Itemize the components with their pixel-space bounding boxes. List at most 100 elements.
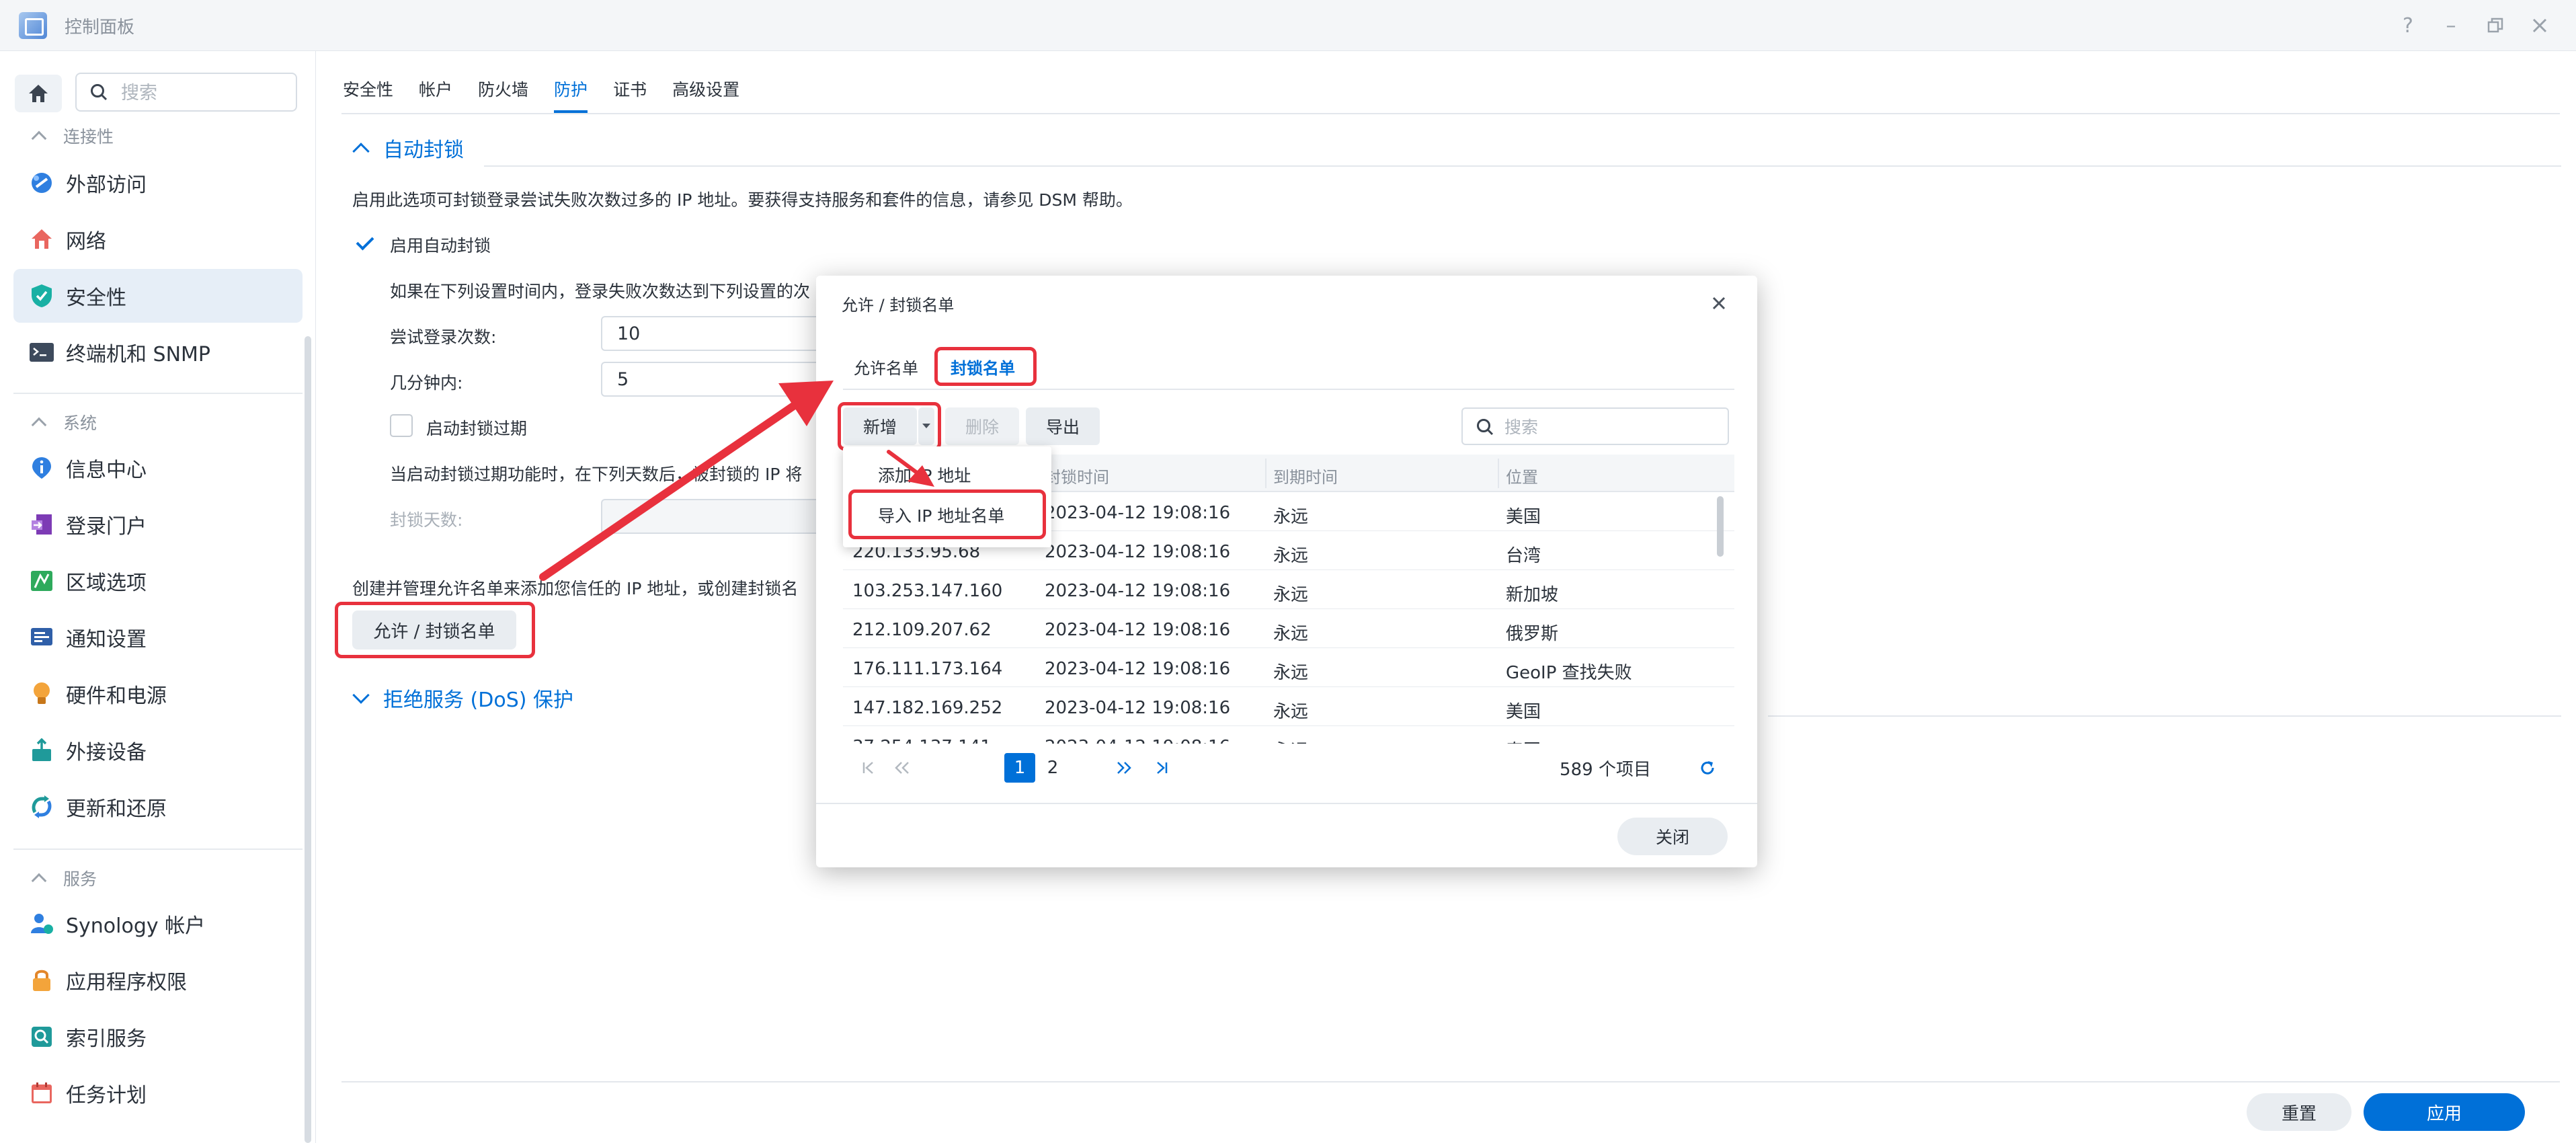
table-row[interactable]: 212.109.207.62 2023-04-12 19:08:16 永远 俄罗… [843,609,1734,648]
dialog-search[interactable] [1461,407,1729,445]
sidebar-item-terminal-snmp[interactable]: 终端机和 SNMP [13,325,303,379]
enable-block-expire-checkbox[interactable] [390,414,413,437]
cell-expire-time: 永远 [1273,585,1309,605]
section-divider [484,165,2561,167]
last-page-icon[interactable] [1150,753,1174,783]
sidebar-section-services[interactable]: 服务 [31,866,97,890]
close-window-icon[interactable] [2525,11,2554,40]
delete-button[interactable]: 删除 [945,407,1019,445]
external-access-icon [28,169,55,196]
regional-icon [28,567,55,594]
restore-icon[interactable] [2481,11,2510,40]
dialog-close-button[interactable]: 关闭 [1617,818,1728,855]
page-button[interactable]: 2 [1039,753,1066,783]
cell-location: 俄罗斯 [1506,624,1559,644]
reset-button[interactable]: 重置 [2247,1093,2351,1131]
cell-block-time: 2023-04-12 19:08:16 [1045,737,1230,744]
block-days-input[interactable] [601,499,823,534]
close-icon[interactable] [1707,292,1730,315]
sidebar-item-hardware-power[interactable]: 硬件和电源 [13,667,303,721]
cell-location: 台湾 [1506,546,1541,566]
footer-divider [341,1081,2560,1082]
sidebar-item-regional-options[interactable]: 区域选项 [13,554,303,608]
highlight-box [848,489,1046,539]
sidebar-item-update-restore[interactable]: 更新和还原 [13,780,303,834]
tab-certificate[interactable]: 证书 [613,70,647,113]
bulb-icon [28,680,55,707]
sidebar-item-network[interactable]: 网络 [13,212,303,266]
column-separator [1498,459,1499,488]
cell-block-time: 2023-04-12 19:08:16 [1045,581,1231,601]
home-button[interactable] [15,75,62,112]
control-panel-icon [19,12,47,39]
export-button[interactable]: 导出 [1026,407,1100,445]
tabs-divider [341,113,2560,114]
dialog-search-input[interactable] [1504,414,1720,440]
cell-location: GeoIP 查找失败 [1506,663,1632,683]
sidebar-item-app-privileges[interactable]: 应用程序权限 [13,953,303,1007]
tab-account[interactable]: 帐户 [419,70,452,113]
autoblock-rule-text: 如果在下列设置时间内，登录失败次数达到下列设置的次 [390,282,811,301]
attempts-label: 尝试登录次数: [390,327,497,347]
lock-icon [28,967,55,994]
sidebar-item-indexing[interactable]: 索引服务 [13,1010,303,1064]
highlight-box [838,402,941,450]
block-days-label: 封锁天数: [390,510,463,530]
next-page-icon[interactable] [1112,753,1136,783]
cell-block-time: 2023-04-12 19:08:16 [1045,542,1231,562]
sidebar-section-system[interactable]: 系统 [31,410,97,434]
cell-block-time: 2023-04-12 19:08:16 [1045,620,1231,640]
sidebar-item-task-scheduler[interactable]: 任务计划 [13,1066,303,1120]
tab-protection[interactable]: 防护 [554,70,588,113]
external-device-icon [28,737,55,764]
sidebar-search-input[interactable] [121,79,289,106]
minutes-input[interactable]: 5 [601,362,823,397]
tab-firewall[interactable]: 防火墙 [478,70,528,113]
enable-autoblock-checkbox[interactable] [354,231,376,254]
search-icon [1477,419,1494,436]
page-button[interactable]: 1 [1004,753,1035,783]
sidebar-item-external-devices[interactable]: 外接设备 [13,723,303,777]
tab-advanced[interactable]: 高级设置 [672,70,739,113]
sidebar-item-login-portal[interactable]: 登录门户 [13,498,303,551]
sidebar-search[interactable] [75,73,297,112]
cell-expire-time: 永远 [1273,702,1309,722]
chevron-up-icon [31,130,47,147]
table-row[interactable]: 37.254.137.141 2023-04-12 19:08:16 永远 泰国 [843,726,1734,744]
table-scrollbar[interactable] [1717,496,1724,557]
cell-expire-time: 永远 [1273,507,1309,527]
autoblock-section-header[interactable]: 自动封锁 [352,133,464,163]
sidebar-item-synology-account[interactable]: Synology 帐户 [13,897,303,951]
cell-block-time: 2023-04-12 19:08:16 [1045,659,1231,679]
prev-page-icon[interactable] [890,753,914,783]
item-count: 589 个项目 [1560,759,1651,780]
refresh-icon[interactable] [1693,753,1722,783]
table-row[interactable]: 103.253.147.160 2023-04-12 19:08:16 永远 新… [843,570,1734,609]
apply-button[interactable]: 应用 [2364,1093,2525,1131]
table-row[interactable]: 176.111.173.164 2023-04-12 19:08:16 永远 G… [843,648,1734,687]
sidebar-item-external-access[interactable]: 外部访问 [13,156,303,210]
column-header-location[interactable]: 位置 [1506,464,1538,487]
sidebar-item-info-center[interactable]: 信息中心 [13,441,303,495]
tab-security[interactable]: 安全性 [343,70,393,113]
sidebar-section-connectivity[interactable]: 连接性 [31,124,114,148]
first-page-icon[interactable] [856,753,881,783]
chevron-down-icon [352,686,370,704]
sidebar-scrollbar[interactable] [305,336,311,1143]
tab-allow-list[interactable]: 允许名单 [854,355,918,379]
cell-location: 泰国 [1506,737,1541,744]
sidebar-item-security[interactable]: 安全性 [13,269,303,323]
minimize-icon[interactable]: – [2436,11,2466,40]
sidebar-item-notification[interactable]: 通知设置 [13,610,303,664]
cell-location: 美国 [1506,702,1541,722]
attempts-input[interactable]: 10 [601,316,823,351]
column-header-expire-time[interactable]: 到期时间 [1273,464,1338,487]
help-icon[interactable]: ? [2393,11,2423,40]
dos-section-header[interactable]: 拒绝服务 (DoS) 保护 [352,683,573,713]
menu-item-add-ip[interactable]: 添加 IP 地址 [843,453,1051,494]
table-row[interactable]: 147.182.169.252 2023-04-12 19:08:16 永远 美… [843,687,1734,726]
cell-block-time: 2023-04-12 19:08:16 [1045,503,1231,523]
cell-location: 新加坡 [1506,585,1559,605]
column-header-block-time[interactable]: 封锁时间 [1045,464,1109,487]
enable-autoblock-label: 启用自动封锁 [390,236,491,255]
